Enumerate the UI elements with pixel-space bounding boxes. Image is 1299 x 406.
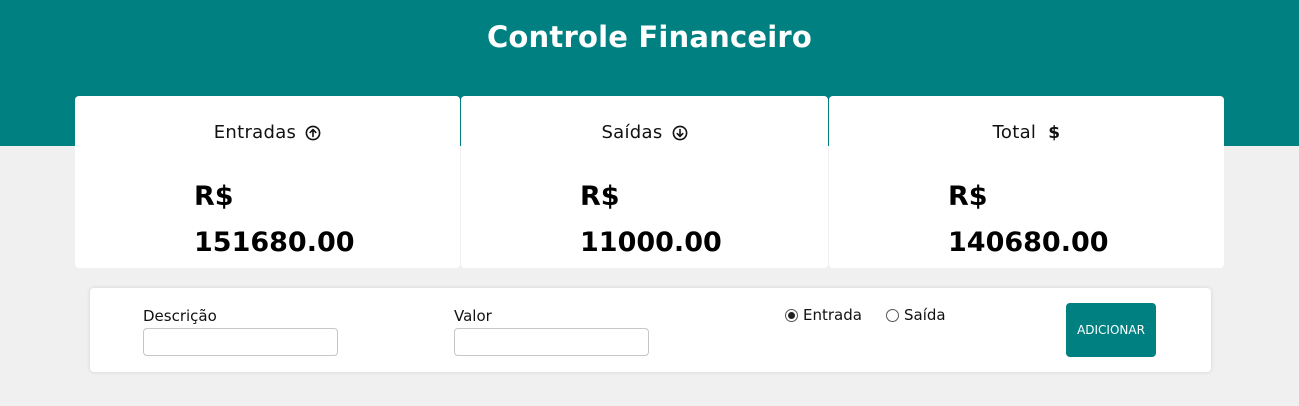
- expense-card-label: Saídas: [601, 122, 663, 143]
- income-amount: R$ 151680.00: [194, 174, 355, 266]
- total-card-header: Total $: [829, 122, 1224, 143]
- expense-currency: R$: [580, 181, 620, 212]
- radio-entrada-label: Entrada: [803, 306, 862, 324]
- radio-saida[interactable]: Saída: [886, 306, 946, 324]
- radio-saida-label: Saída: [904, 306, 946, 324]
- income-card-label: Entradas: [213, 122, 297, 143]
- description-input[interactable]: [143, 328, 338, 356]
- expense-value: 11000.00: [580, 227, 722, 258]
- income-currency: R$: [194, 181, 234, 212]
- arrow-down-circle-icon: [672, 125, 688, 141]
- total-value: 140680.00: [948, 227, 1109, 258]
- arrow-up-circle-icon: [305, 125, 321, 141]
- expense-card: Saídas R$ 11000.00: [461, 96, 828, 268]
- page-title: Controle Financeiro: [486, 20, 813, 54]
- expense-card-header: Saídas: [461, 122, 828, 143]
- total-card-label: Total: [992, 122, 1037, 143]
- value-input[interactable]: [454, 328, 649, 356]
- total-card: Total $ R$ 140680.00: [829, 96, 1224, 268]
- dollar-icon: $: [1048, 122, 1061, 143]
- income-card: Entradas R$ 151680.00: [75, 96, 460, 268]
- income-card-header: Entradas: [75, 122, 460, 143]
- radio-saida-button[interactable]: [886, 308, 899, 322]
- radio-entrada-button[interactable]: [785, 308, 798, 322]
- value-label: Valor: [454, 307, 492, 325]
- transaction-form: Descrição Valor Entrada Saída ADICIONAR: [90, 288, 1211, 372]
- income-value: 151680.00: [194, 227, 355, 258]
- description-label: Descrição: [143, 307, 217, 325]
- total-currency: R$: [948, 181, 988, 212]
- radio-entrada[interactable]: Entrada: [785, 306, 862, 324]
- total-amount: R$ 140680.00: [948, 174, 1109, 266]
- add-button[interactable]: ADICIONAR: [1066, 303, 1156, 357]
- expense-amount: R$ 11000.00: [580, 174, 722, 266]
